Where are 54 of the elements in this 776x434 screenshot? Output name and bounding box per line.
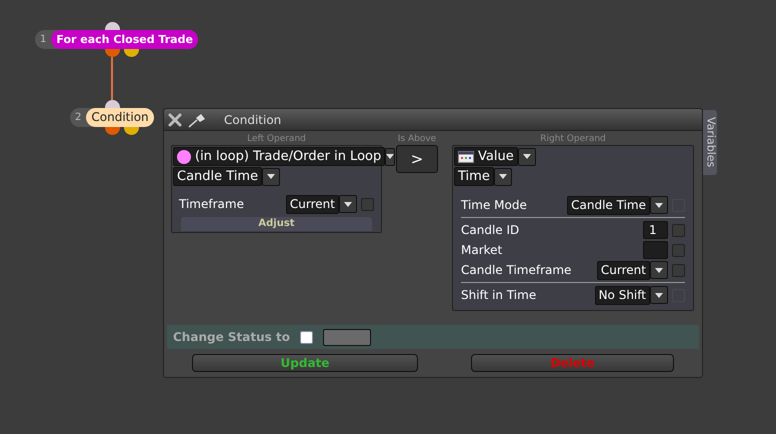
section-heading: Left Operand [246,133,307,145]
caret-icon [655,268,663,272]
window-icon [458,150,474,162]
flow-node[interactable]: 1 For each Closed Trade [35,30,198,49]
connector-line [110,57,114,100]
caret-icon [267,174,276,179]
adjust-button[interactable]: Adjust [181,217,372,231]
section-heading: Right Operand [539,133,607,145]
output-port[interactable] [105,49,120,57]
input-field[interactable] [643,241,668,259]
dropdown[interactable]: (in loop) Trade/Order in Loop [173,147,386,166]
dropdown[interactable]: Candle Time [173,167,262,186]
caret-icon [386,154,394,159]
caret-icon [655,202,663,208]
dropdown[interactable]: Time [454,167,494,186]
input-port[interactable] [105,22,120,30]
dropdown[interactable]: Current [596,260,650,280]
output-port[interactable] [124,49,139,57]
operator-button[interactable]: > [396,145,438,173]
output-port[interactable] [105,127,120,135]
input-field[interactable]: 1 [643,221,668,239]
status-field[interactable] [322,328,371,346]
caret-icon [344,202,352,206]
checkbox[interactable] [361,198,374,210]
window-title: Condition [224,112,282,128]
dropdown[interactable]: Current [286,194,339,214]
node-number: 2 [74,111,82,125]
close-icon[interactable] [168,112,182,126]
caret-icon [498,174,507,179]
caret-icon [522,154,531,159]
param-label: Candle Timeframe [461,262,572,279]
checkbox[interactable] [672,244,685,256]
output-port[interactable] [124,127,139,135]
node-label: Condition [86,108,154,127]
section-heading: Is Above [398,133,436,145]
param-label: Candle ID [461,222,520,239]
node-number: 1 [39,33,48,47]
param-label: Time Mode [461,197,527,214]
flow-node[interactable]: 2 Condition [70,108,154,127]
update-button[interactable]: Update [192,354,418,372]
param-label: Shift in Time [461,287,536,304]
checkbox[interactable] [672,224,685,236]
pin-icon[interactable] [188,112,208,128]
status-label: Change Status to [173,329,290,346]
tab-label: Variables [703,117,718,168]
caret-icon [655,292,663,298]
param-label: Market [461,242,502,259]
checkbox[interactable] [672,264,685,276]
variables-tab[interactable]: Variables [703,110,717,175]
param-label: Timeframe [179,196,244,213]
input-port[interactable] [105,100,120,108]
checkbox[interactable] [300,330,313,344]
dropdown[interactable]: Value [454,147,518,166]
node-label: For each Closed Trade [51,30,198,49]
